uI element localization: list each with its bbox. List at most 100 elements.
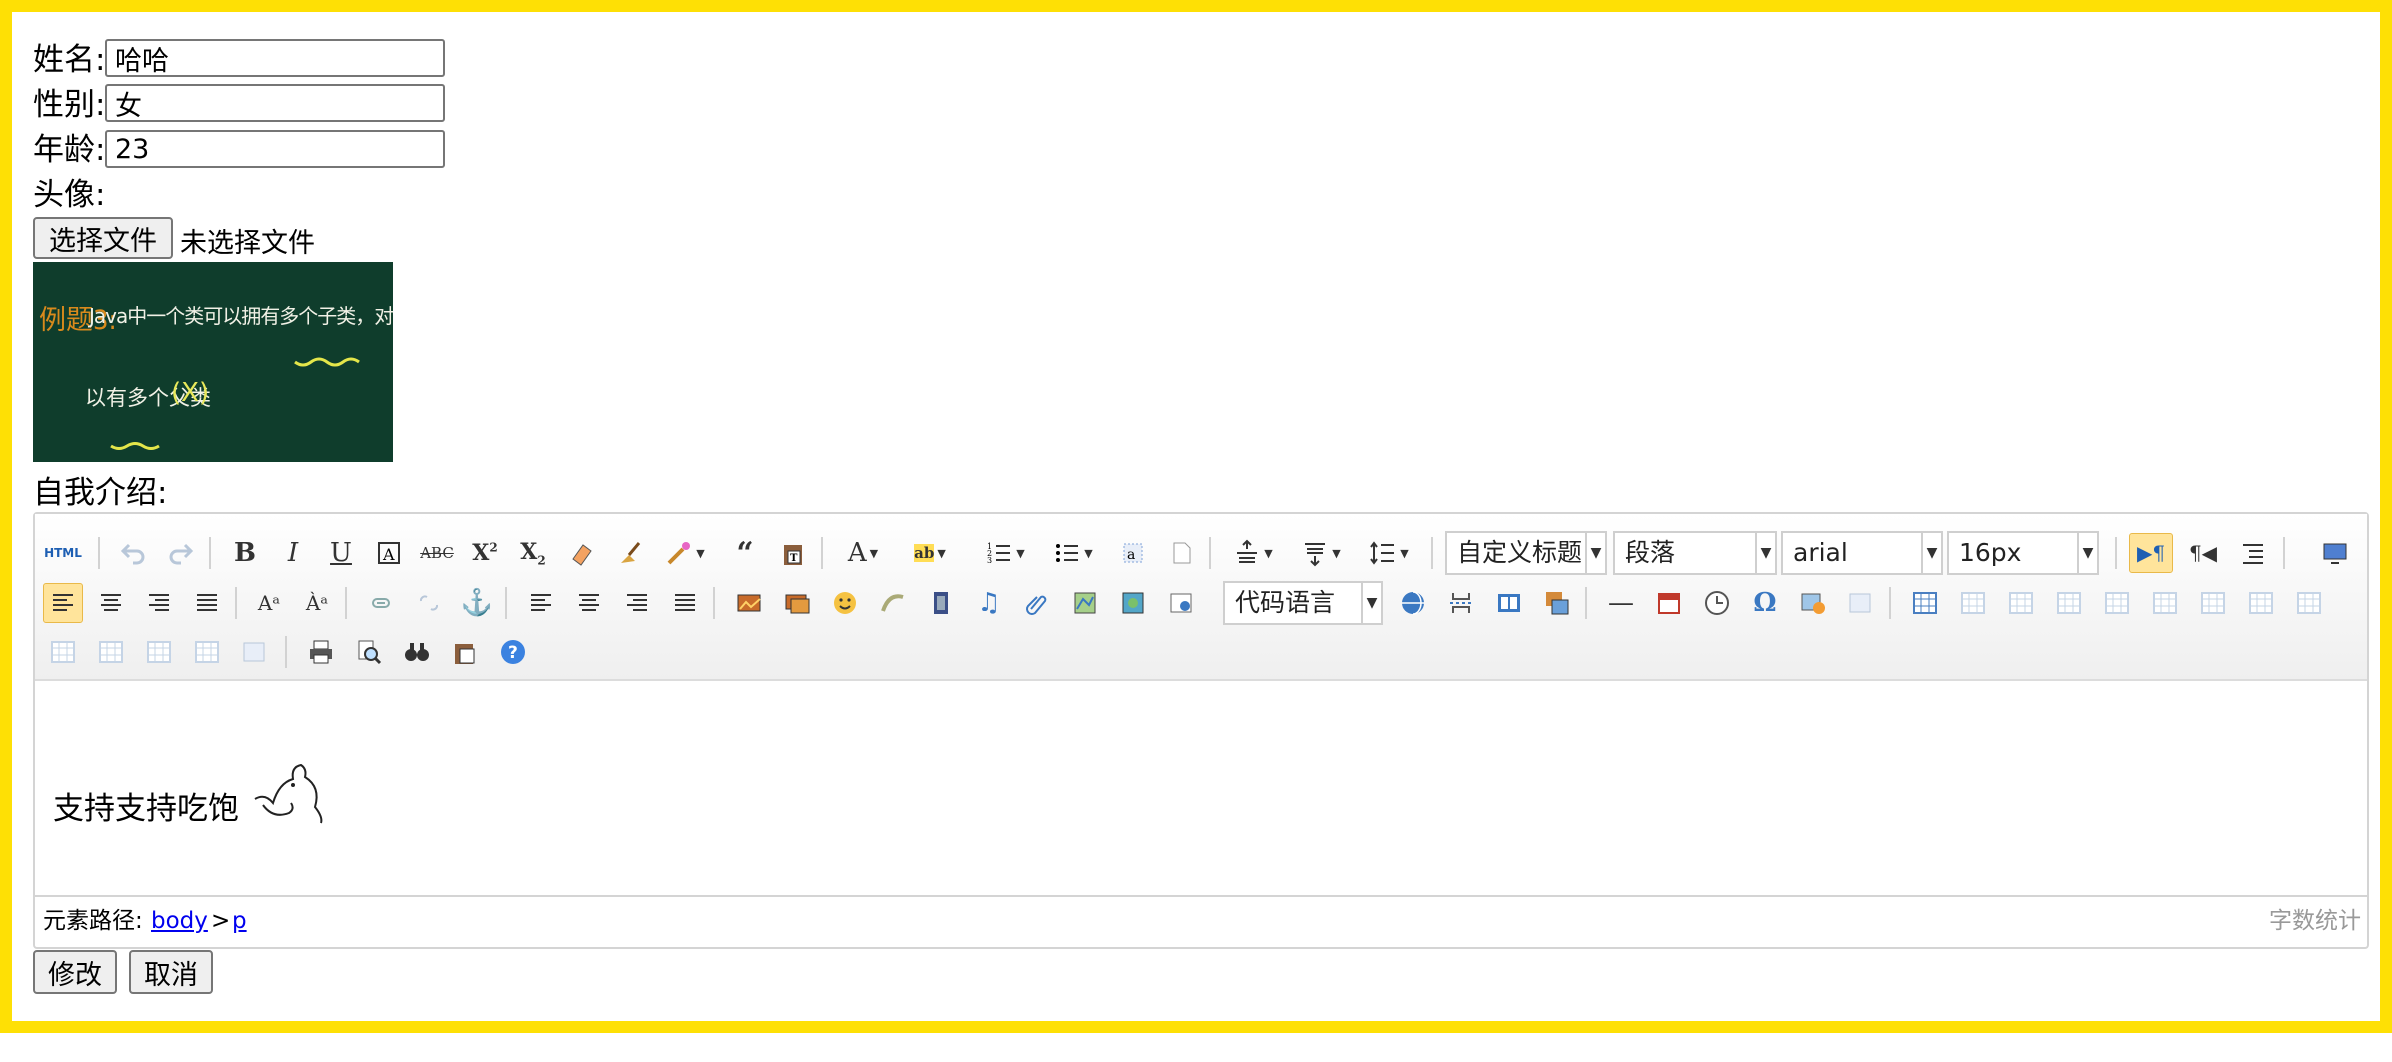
uppercase-button[interactable]: Aᵃ [249,583,289,623]
paste-text-button[interactable]: T [773,533,813,573]
scrawl-button[interactable] [873,583,913,623]
name-input[interactable] [105,39,445,77]
image-right-button[interactable] [617,583,657,623]
font-family-select[interactable]: arial ▼ [1781,531,1943,575]
code-language-select[interactable]: 代码语言 ▼ [1223,581,1383,625]
image-none-button[interactable] [521,583,561,623]
preview-button[interactable] [2315,533,2355,573]
delete-col-button[interactable] [2193,583,2233,623]
print-button[interactable] [301,632,341,672]
insert-date-button[interactable] [1649,583,1689,623]
merge-cells-button[interactable] [2241,583,2281,623]
template-button[interactable] [1489,583,1529,623]
webapp-button[interactable] [1393,583,1433,623]
print-preview-button[interactable] [349,632,389,672]
age-input[interactable] [105,130,445,168]
special-char-button[interactable]: Ω [1745,583,1785,623]
strikethrough-button[interactable]: ABC [417,533,457,573]
auto-typeset-button[interactable]: ▼ [657,533,713,573]
highlight-color-button[interactable]: ab ▼ [901,533,959,573]
path-body-link[interactable]: body [151,897,208,945]
paragraph-select[interactable]: 段落 ▼ [1613,531,1777,575]
link-button[interactable] [361,583,401,623]
emotion-button[interactable] [825,583,865,623]
indent-button[interactable] [2233,533,2273,573]
insert-image-button[interactable] [777,583,817,623]
italic-button[interactable]: I [273,533,313,573]
custom-heading-select[interactable]: 自定义标题 ▼ [1445,531,1607,575]
direction-ltr-button[interactable]: ▶¶ [2129,533,2173,573]
line-height-button[interactable]: ▼ [1361,533,1417,573]
underline-button[interactable]: U [321,533,361,573]
insert-video-button[interactable] [921,583,961,623]
svg-text:?: ? [508,643,518,663]
html-source-button[interactable]: HTML [43,533,83,573]
select-all-button[interactable]: a [1113,533,1153,573]
chart-button[interactable] [235,632,275,672]
music-button[interactable]: ♫ [969,583,1009,623]
insert-col-button[interactable] [2145,583,2185,623]
attachment-button[interactable] [1017,583,1057,623]
image-center-button[interactable] [665,583,705,623]
google-map-button[interactable] [1113,583,1153,623]
image-left-button[interactable] [569,583,609,623]
row-spacing-bottom-button[interactable]: ▼ [1293,533,1349,573]
align-center-button[interactable] [91,583,131,623]
row-spacing-top-button[interactable]: ▼ [1225,533,1281,573]
align-right-button[interactable] [139,583,179,623]
direction-rtl-button[interactable]: ¶◀ [2181,533,2225,573]
ordered-list-button[interactable]: 1 2 3 ▼ [977,533,1033,573]
split-to-cells-button[interactable] [91,632,131,672]
align-left-button[interactable] [43,583,83,623]
horizontal-rule-button[interactable]: — [1601,583,1641,623]
merge-down-button[interactable] [43,632,83,672]
insert-time-button[interactable] [1697,583,1737,623]
unlink-button[interactable] [409,583,449,623]
gender-input[interactable] [105,84,445,122]
modify-button[interactable]: 修改 [33,950,117,994]
search-replace-button[interactable] [397,632,437,672]
split-to-rows-button[interactable] [139,632,179,672]
subscript-button[interactable]: X2 [513,533,553,573]
background-button[interactable] [1537,583,1577,623]
format-painter-button[interactable] [609,533,649,573]
svg-text:a: a [1127,547,1135,563]
page-break-button[interactable] [1441,583,1481,623]
font-size-select[interactable]: 16px ▼ [1947,531,2099,575]
redo-button[interactable] [161,533,201,573]
split-to-cols-button[interactable] [187,632,227,672]
insert-table-button[interactable] [1905,583,1945,623]
insert-frame-button[interactable] [1161,583,1201,623]
intro-label: 自我介绍: [33,475,168,511]
font-color-button[interactable]: A ▼ [835,533,891,573]
paste-plain-button[interactable] [445,632,485,672]
font-border-button[interactable]: A [369,533,409,573]
insert-row-button[interactable] [2049,583,2089,623]
editor-content[interactable]: 支持支持吃饱 [53,759,325,828]
merge-right-button[interactable] [2289,583,2329,623]
map-button[interactable] [1065,583,1105,623]
path-p-link[interactable]: p [232,897,247,945]
delete-table-button[interactable] [1953,583,1993,623]
cancel-button[interactable]: 取消 [129,950,213,994]
clear-doc-button[interactable] [1161,533,1201,573]
word-count: 字数统计 [2269,908,2361,934]
choose-file-button[interactable]: 选择文件 [33,217,173,259]
word-image-dim-button[interactable] [1841,583,1881,623]
insert-paragraph-before-table-button[interactable] [2001,583,2041,623]
editor-content-text: 支持支持吃饱 [53,791,239,827]
simple-upload-button[interactable] [729,583,769,623]
superscript-button[interactable]: X2 [465,533,505,573]
align-justify-button[interactable] [187,583,227,623]
undo-button[interactable] [113,533,153,573]
delete-row-button[interactable] [2097,583,2137,623]
anchor-button[interactable]: ⚓ [457,583,497,623]
blockquote-button[interactable]: “ [725,533,765,573]
word-image-button[interactable] [1793,583,1833,623]
help-button[interactable]: ? [493,632,533,672]
unordered-list-button[interactable]: ▼ [1045,533,1101,573]
toolbar-separator [1585,587,1587,619]
bold-button[interactable]: B [225,533,265,573]
lowercase-button[interactable]: Àᵃ [297,583,337,623]
remove-format-button[interactable] [561,533,601,573]
